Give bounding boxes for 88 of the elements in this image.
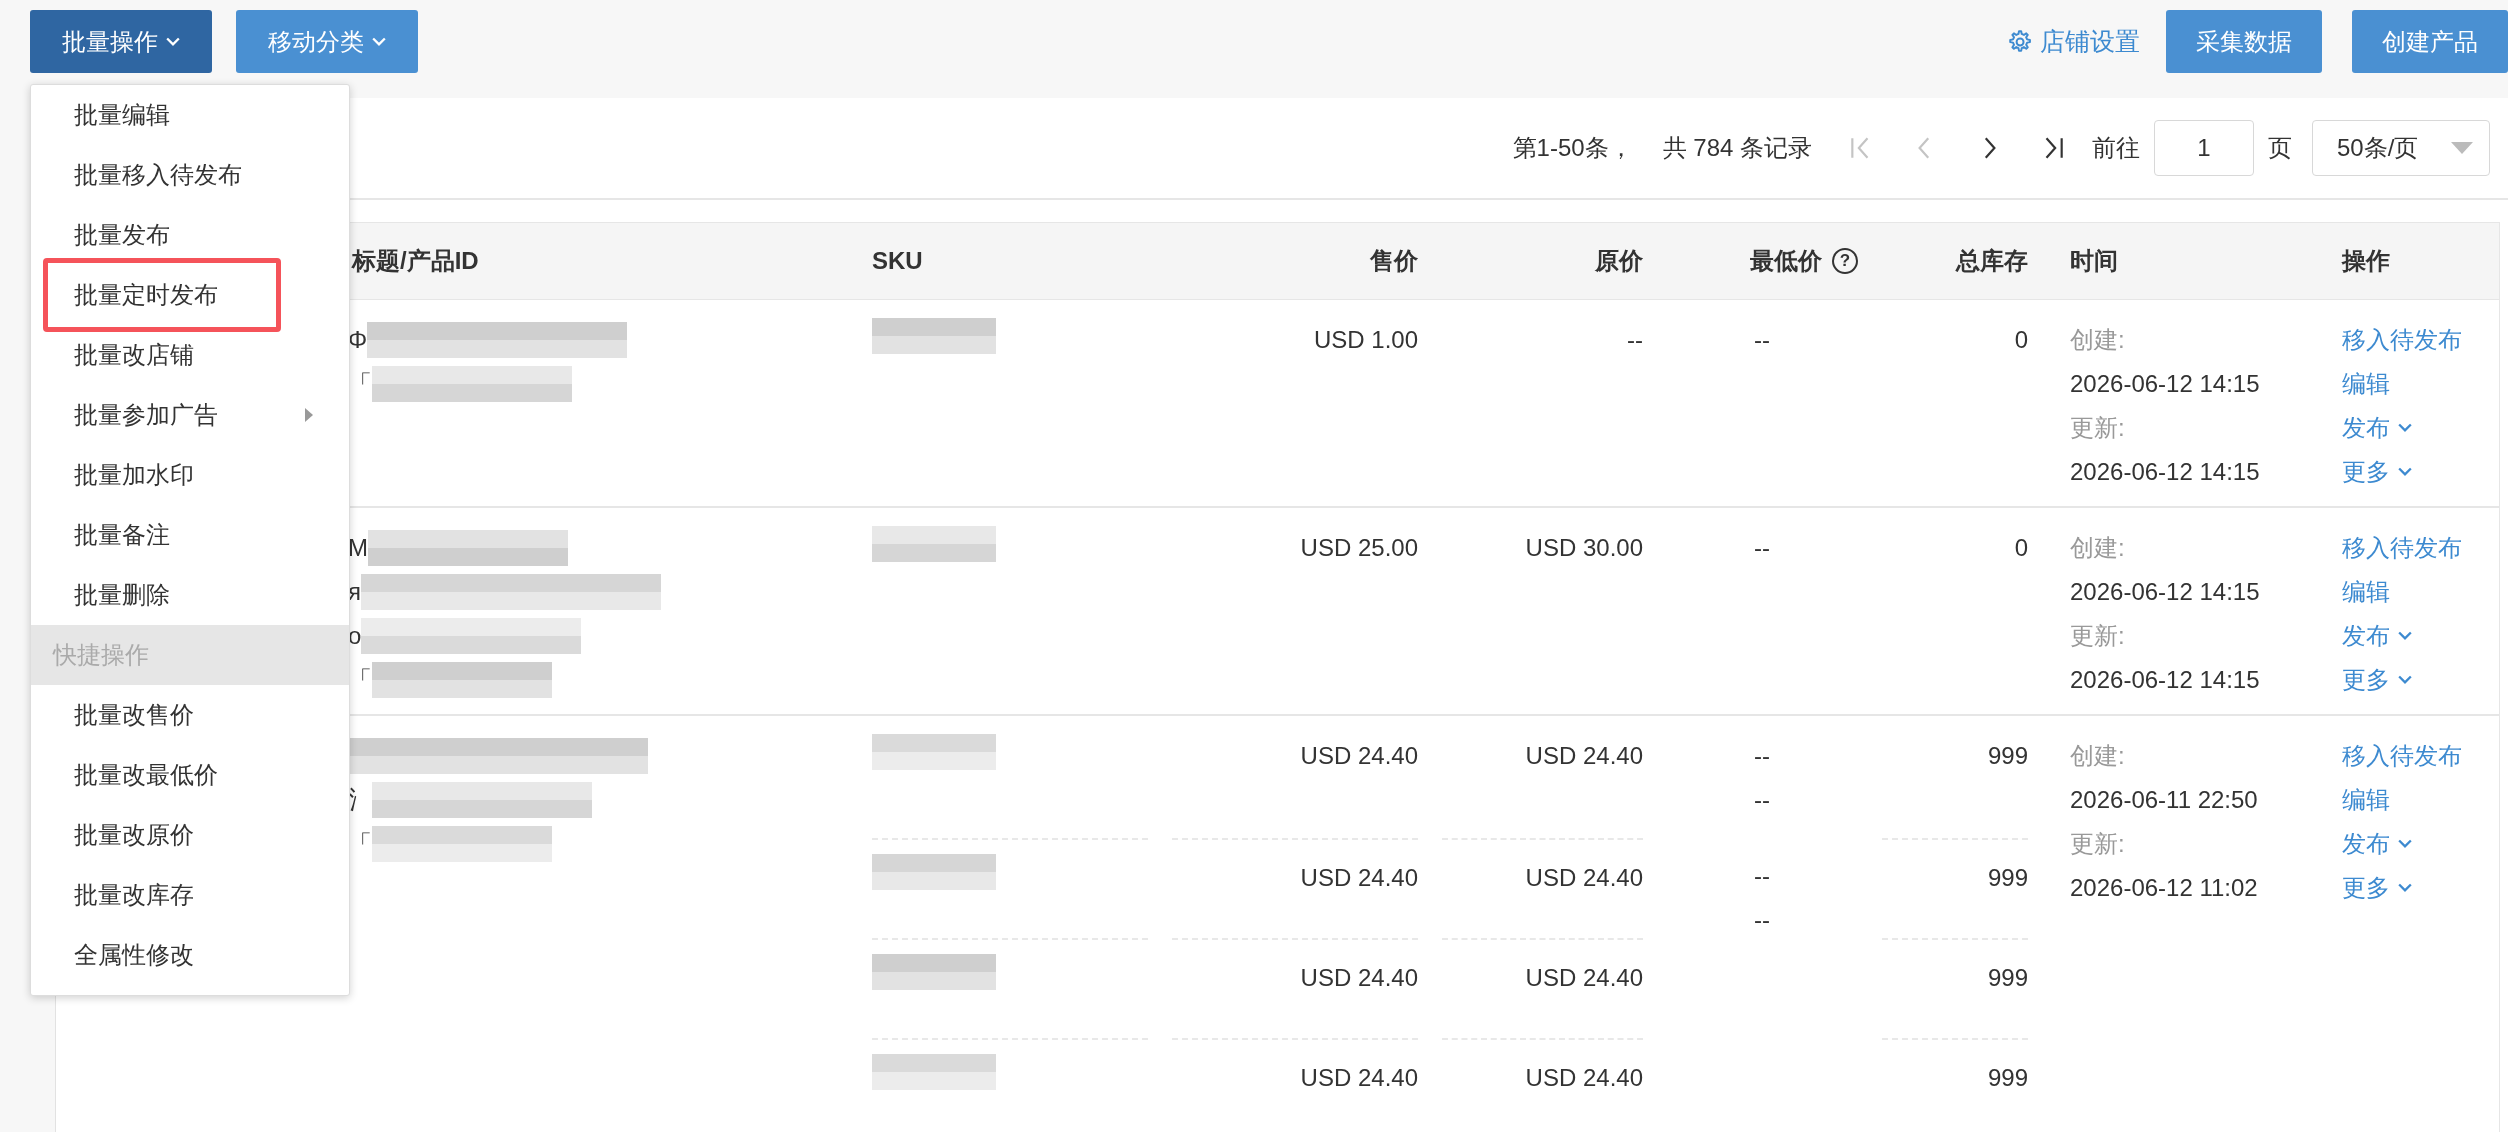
gear-icon xyxy=(2006,28,2032,55)
title-text: 「 xyxy=(348,369,372,399)
menu-group-header: 快捷操作 xyxy=(31,625,349,685)
record-count: 共 784 条记录 xyxy=(1662,133,1812,163)
min-price-text: -- xyxy=(1754,533,1770,563)
min-price-text: -- xyxy=(1754,741,1770,771)
help-icon[interactable]: ? xyxy=(1832,248,1858,274)
stock-text: 999 xyxy=(1987,963,2028,993)
action-link[interactable]: 编辑 xyxy=(2342,778,2390,822)
original-price-text: USD 24.40 xyxy=(1525,741,1643,771)
chevron-down-icon xyxy=(372,36,386,47)
page-unit: 页 xyxy=(2268,133,2292,163)
original-price-text: USD 24.40 xyxy=(1525,863,1643,893)
menu-item[interactable]: 批量改库存 xyxy=(31,865,349,925)
stock-text: 999 xyxy=(1987,863,2028,893)
action-link[interactable]: 发布 xyxy=(2342,406,2412,450)
menu-item[interactable]: 批量改最低价 xyxy=(31,745,349,805)
updated-time: 2026-06-12 14:15 xyxy=(2070,457,2261,487)
column-header: 操作 xyxy=(2342,246,2390,276)
updated-label: 更新: xyxy=(2070,621,2126,651)
created-label: 创建: xyxy=(2070,741,2126,771)
menu-item[interactable]: 批量改售价 xyxy=(31,685,349,745)
action-link[interactable]: 移入待发布 xyxy=(2342,318,2462,362)
title-text: 「 xyxy=(348,665,372,695)
stock-text: 999 xyxy=(1987,1063,2028,1093)
action-link[interactable]: 编辑 xyxy=(2342,362,2390,406)
menu-item[interactable]: 批量编辑 xyxy=(31,85,349,145)
title-text: 「 xyxy=(348,829,372,859)
min-price-text: -- xyxy=(1754,861,1770,891)
column-header: 标题/产品ID xyxy=(352,246,479,276)
page-size-select[interactable]: 50条/页 xyxy=(2312,120,2490,176)
price-text: USD 24.40 xyxy=(1300,863,1418,893)
original-price-text: -- xyxy=(1627,325,1643,355)
created-label: 创建: xyxy=(2070,325,2126,355)
menu-item[interactable]: 全属性修改 xyxy=(31,925,349,985)
created-label: 创建: xyxy=(2070,533,2126,563)
action-link[interactable]: 更多 xyxy=(2342,658,2412,702)
price-text: USD 1.00 xyxy=(1313,325,1418,355)
menu-button[interactable]: 批量操作 xyxy=(30,10,212,73)
column-header: 原价 xyxy=(1595,246,1643,276)
min-price-text: -- xyxy=(1754,325,1770,355)
updated-label: 更新: xyxy=(2070,413,2126,443)
action-link[interactable]: 更多 xyxy=(2342,450,2412,494)
price-text: USD 25.00 xyxy=(1300,533,1418,563)
title-text: Φ xyxy=(348,326,368,354)
menu-item[interactable]: 批量参加广告 xyxy=(31,385,349,445)
original-price-text: USD 24.40 xyxy=(1525,963,1643,993)
original-price-text: USD 30.00 xyxy=(1525,533,1643,563)
action-link[interactable]: 发布 xyxy=(2342,822,2412,866)
column-header: 总库存 xyxy=(1956,246,2028,276)
action-link[interactable]: 编辑 xyxy=(2342,570,2390,614)
price-text: USD 24.40 xyxy=(1300,1063,1418,1093)
updated-label: 更新: xyxy=(2070,829,2126,859)
menu-item[interactable]: 批量改原价 xyxy=(31,805,349,865)
original-price-text: USD 24.40 xyxy=(1525,1063,1643,1093)
title-text: 氵 xyxy=(348,785,372,815)
menu-item[interactable]: 批量加水印 xyxy=(31,445,349,505)
price-text: USD 24.40 xyxy=(1300,741,1418,771)
menu-item[interactable]: 批量定时发布 xyxy=(43,258,281,332)
created-time: 2026-06-12 14:15 xyxy=(2070,577,2261,607)
min-price-text: -- xyxy=(1754,785,1770,815)
min-price-text: -- xyxy=(1754,905,1770,935)
goto-label: 前往 xyxy=(2092,133,2140,163)
action-link[interactable]: 移入待发布 xyxy=(2342,526,2462,570)
stock-text: 0 xyxy=(2014,533,2028,563)
stock-text: 0 xyxy=(2014,325,2028,355)
menu-item[interactable]: 批量删除 xyxy=(31,565,349,625)
title-text: M xyxy=(348,534,368,562)
price-text: USD 24.40 xyxy=(1300,963,1418,993)
menu-item[interactable]: 批量备注 xyxy=(31,505,349,565)
action-link[interactable]: 移入待发布 xyxy=(2342,734,2462,778)
updated-time: 2026-06-12 11:02 xyxy=(2070,873,2259,903)
created-time: 2026-06-12 14:15 xyxy=(2070,369,2261,399)
updated-time: 2026-06-12 14:15 xyxy=(2070,665,2261,695)
column-header: SKU xyxy=(872,247,923,275)
chevron-down-icon xyxy=(166,36,180,47)
page-range: 第1-50条， xyxy=(1512,133,1633,163)
column-header: 最低价 xyxy=(1750,246,1822,276)
menu-item[interactable]: 批量移入待发布 xyxy=(31,145,349,205)
action-link[interactable]: 更多 xyxy=(2342,866,2412,910)
column-header: 售价 xyxy=(1370,246,1418,276)
action-link[interactable]: 发布 xyxy=(2342,614,2412,658)
dropdown-triangle-icon xyxy=(2451,142,2473,154)
page-input[interactable]: 1 xyxy=(2154,120,2254,176)
submenu-arrow-icon xyxy=(305,408,313,422)
column-header: 时间 xyxy=(2070,246,2118,276)
stock-text: 999 xyxy=(1987,741,2028,771)
created-time: 2026-06-11 22:50 xyxy=(2070,785,2259,815)
